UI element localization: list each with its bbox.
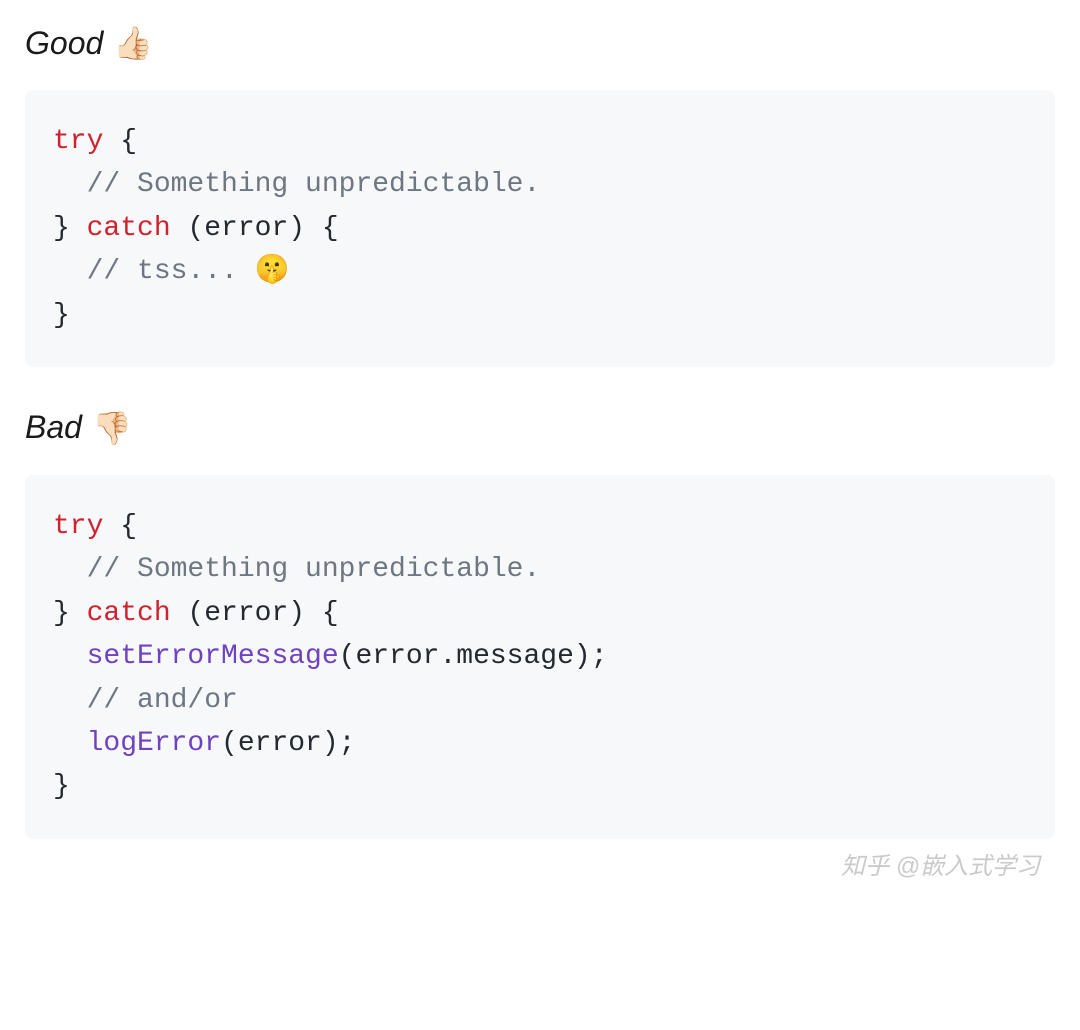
bad-heading: Bad 👎🏻 [25, 409, 1055, 447]
brace: { [103, 126, 137, 157]
fn-args: (error); [221, 728, 355, 759]
brace: } [53, 598, 87, 629]
code-line: } [53, 765, 1027, 808]
brace: { [103, 511, 137, 542]
fn-args: (error.message); [339, 641, 608, 672]
keyword-try: try [53, 126, 103, 157]
function-call: setErrorMessage [87, 641, 339, 672]
code-line: // and/or [53, 679, 1027, 722]
catch-params: (error) { [171, 598, 339, 629]
code-line: // Something unpredictable. [53, 163, 1027, 206]
comment-text: // Something unpredictable. [53, 554, 540, 585]
catch-params: (error) { [171, 213, 339, 244]
code-line: // Something unpredictable. [53, 548, 1027, 591]
keyword-catch: catch [87, 213, 171, 244]
good-heading: Good 👍🏻 [25, 24, 1055, 62]
function-call: logError [87, 728, 221, 759]
keyword-try: try [53, 511, 103, 542]
watermark: 知乎 @嵌入式学习 [841, 846, 1040, 881]
code-line: } [53, 294, 1027, 337]
code-line: setErrorMessage(error.message); [53, 635, 1027, 678]
indent [53, 641, 87, 672]
code-line: // tss... 🤫 [53, 250, 1027, 293]
good-code-block: try { // Something unpredictable. } catc… [25, 90, 1055, 367]
code-line: } catch (error) { [53, 207, 1027, 250]
keyword-catch: catch [87, 598, 171, 629]
bad-code-block: try { // Something unpredictable. } catc… [25, 475, 1055, 839]
code-line: try { [53, 120, 1027, 163]
comment-text: // tss... [53, 256, 255, 287]
thumbs-up-icon: 👍🏻 [113, 24, 153, 62]
good-label: Good [25, 25, 103, 62]
code-line: logError(error); [53, 722, 1027, 765]
comment-text: // and/or [53, 685, 238, 716]
brace: } [53, 771, 70, 802]
shush-icon: 🤫 [255, 256, 290, 287]
code-line: } catch (error) { [53, 592, 1027, 635]
comment-text: // Something unpredictable. [53, 169, 540, 200]
indent [53, 728, 87, 759]
brace: } [53, 213, 87, 244]
brace: } [53, 300, 70, 331]
code-line: try { [53, 505, 1027, 548]
thumbs-down-icon: 👎🏻 [92, 409, 132, 447]
bad-label: Bad [25, 409, 82, 446]
